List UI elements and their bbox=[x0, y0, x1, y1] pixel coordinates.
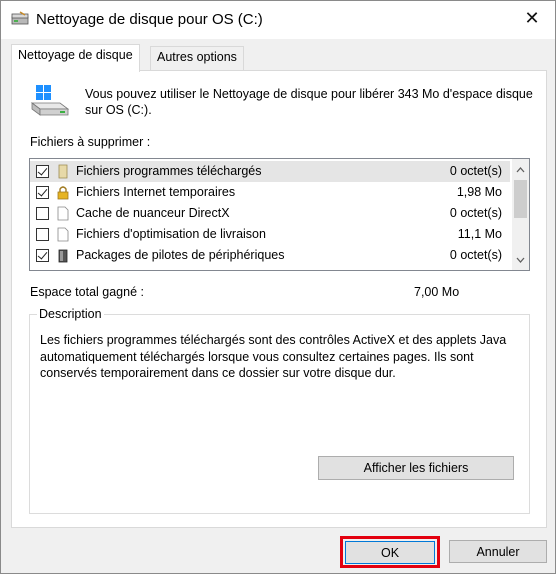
close-icon: ✕ bbox=[524, 7, 540, 28]
tab-disk-cleanup[interactable]: Nettoyage de disque bbox=[11, 44, 140, 72]
description-legend: Description bbox=[37, 307, 104, 321]
window-title: Nettoyage de disque pour OS (C:) bbox=[36, 11, 263, 28]
lock-icon bbox=[57, 186, 69, 200]
disk-cleanup-window: Nettoyage de disque pour OS (C:) ✕ Netto… bbox=[0, 0, 556, 574]
device-icon bbox=[58, 249, 68, 263]
total-gain-value: 7,00 Mo bbox=[414, 285, 460, 299]
close-button[interactable]: ✕ bbox=[509, 1, 555, 35]
file-label: Fichiers d'optimisation de livraison bbox=[76, 227, 266, 241]
file-size: 0 octet(s) bbox=[449, 164, 502, 178]
list-item[interactable]: Cache de nuanceur DirectX 0 octet(s) bbox=[30, 203, 510, 224]
cancel-button[interactable]: Annuler bbox=[449, 540, 547, 563]
files-list[interactable]: Fichiers programmes téléchargés 0 octet(… bbox=[29, 158, 530, 271]
file-label: Fichiers programmes téléchargés bbox=[76, 164, 262, 178]
scroll-thumb[interactable] bbox=[514, 180, 527, 218]
description-text: Les fichiers programmes téléchargés sont… bbox=[40, 333, 507, 380]
list-item[interactable]: Packages de pilotes de périphériques 0 o… bbox=[30, 245, 510, 266]
view-files-button[interactable]: Afficher les fichiers bbox=[318, 456, 514, 480]
file-size: 0 octet(s) bbox=[449, 248, 502, 262]
list-item[interactable] bbox=[30, 266, 510, 271]
folder-icon bbox=[58, 164, 68, 179]
file-size: 11,1 Mo bbox=[457, 227, 502, 241]
drive-cleanup-icon bbox=[11, 11, 29, 25]
list-item[interactable]: Fichiers programmes téléchargés 0 octet(… bbox=[30, 161, 510, 182]
file-size: 1,98 Mo bbox=[456, 185, 502, 199]
checkbox[interactable] bbox=[36, 249, 49, 262]
checkbox[interactable] bbox=[36, 228, 49, 241]
file-size: 0 octet(s) bbox=[449, 206, 502, 220]
tab-more-options[interactable]: Autres options bbox=[150, 46, 244, 71]
total-gain-label: Espace total gagné : bbox=[30, 285, 144, 299]
file-label: Fichiers Internet temporaires bbox=[76, 185, 236, 199]
checkbox[interactable] bbox=[36, 270, 49, 271]
intro-text: Vous pouvez utiliser le Nettoyage de dis… bbox=[85, 87, 533, 117]
scroll-up-icon[interactable] bbox=[512, 161, 529, 178]
checkbox[interactable] bbox=[36, 165, 49, 178]
list-scrollbar[interactable] bbox=[512, 159, 529, 270]
ok-button[interactable]: OK bbox=[345, 541, 435, 564]
checkbox[interactable] bbox=[36, 207, 49, 220]
checkbox[interactable] bbox=[36, 186, 49, 199]
tab-panel: Vous pouvez utiliser le Nettoyage de dis… bbox=[11, 70, 547, 528]
scroll-down-icon[interactable] bbox=[512, 251, 529, 268]
file-label: Cache de nuanceur DirectX bbox=[76, 206, 230, 220]
list-item[interactable]: Fichiers Internet temporaires 1,98 Mo bbox=[30, 182, 510, 203]
file-icon bbox=[57, 206, 69, 221]
list-item[interactable]: Fichiers d'optimisation de livraison 11,… bbox=[30, 224, 510, 245]
files-to-delete-label: Fichiers à supprimer : bbox=[30, 135, 151, 149]
file-icon bbox=[57, 227, 69, 242]
file-label: Packages de pilotes de périphériques bbox=[76, 248, 285, 262]
title-bar[interactable]: Nettoyage de disque pour OS (C:) ✕ bbox=[1, 1, 555, 39]
description-group: Description Les fichiers programmes télé… bbox=[29, 307, 530, 514]
hard-drive-icon bbox=[30, 85, 70, 116]
